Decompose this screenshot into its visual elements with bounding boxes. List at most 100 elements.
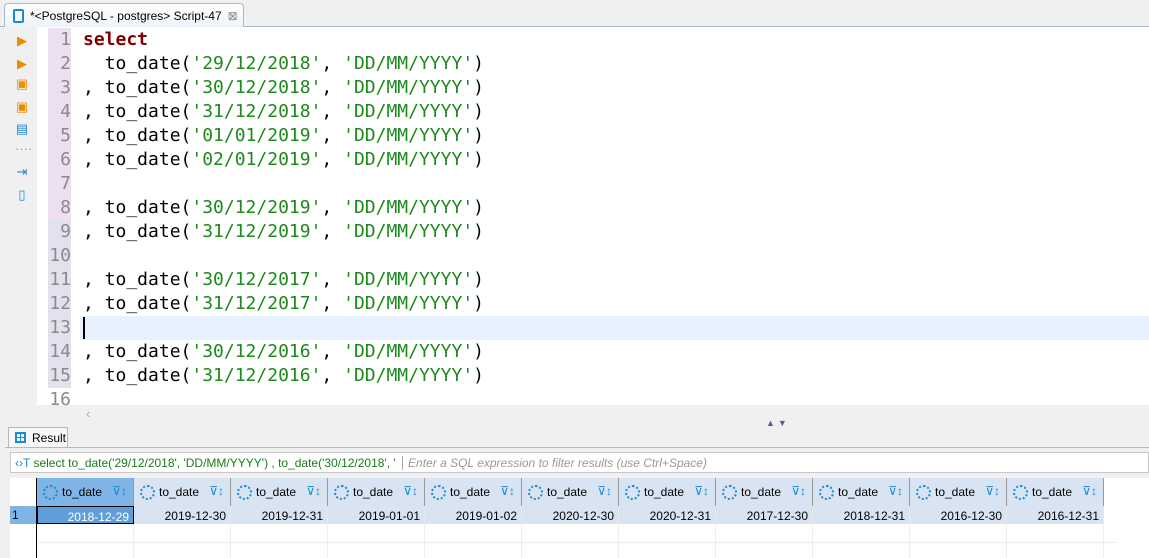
empty-cell: [910, 524, 1007, 558]
code-line[interactable]: , to_date('30/12/2019', 'DD/MM/YYYY'): [83, 196, 484, 220]
code-line[interactable]: , to_date('02/01/2019', 'DD/MM/YYYY'): [83, 148, 484, 172]
table-cell[interactable]: 2017-12-30: [716, 506, 813, 524]
date-type-icon: [1013, 484, 1028, 500]
result-tab[interactable]: Result: [8, 427, 68, 448]
filter-sort-icon[interactable]: ⊽↕: [500, 484, 515, 498]
filter-sort-icon[interactable]: ⊽↕: [403, 484, 418, 498]
column-header[interactable]: to_date ⊽↕: [716, 478, 813, 506]
code-line[interactable]: , to_date('30/12/2018', 'DD/MM/YYYY'): [83, 76, 484, 100]
code-line[interactable]: , to_date('30/12/2017', 'DD/MM/YYYY'): [83, 268, 484, 292]
code-text: ): [473, 341, 484, 362]
export-script-icon[interactable]: ▯: [15, 188, 29, 202]
code-text: ): [473, 293, 484, 314]
filter-sort-icon[interactable]: ⊽↕: [209, 484, 224, 498]
date-type-icon: [916, 484, 931, 500]
filter-sort-icon[interactable]: ⊽↕: [694, 484, 709, 498]
code-line[interactable]: , to_date('30/12/2016', 'DD/MM/YYYY'): [83, 340, 484, 364]
table-cell[interactable]: 2016-12-30: [910, 506, 1007, 524]
code-text: ,: [321, 341, 344, 362]
code-line[interactable]: select: [83, 28, 148, 52]
date-type-icon: [140, 484, 155, 500]
table-cell[interactable]: 2019-01-01: [328, 506, 425, 524]
filter-sort-icon[interactable]: ⊽↕: [112, 484, 127, 498]
code-line[interactable]: , to_date('01/01/2019', 'DD/MM/YYYY'): [83, 124, 484, 148]
filter-sort-icon[interactable]: ⊽↕: [888, 484, 903, 498]
execute-script-new-tab-icon[interactable]: ▣: [15, 100, 29, 114]
code-text: ): [473, 125, 484, 146]
code-line[interactable]: , to_date('31/12/2017', 'DD/MM/YYYY'): [83, 292, 484, 316]
empty-cell: [522, 524, 619, 558]
string-literal: 'DD/MM/YYYY': [343, 77, 474, 98]
filter-sort-icon[interactable]: ⊽↕: [597, 484, 612, 498]
code-line[interactable]: to_date('29/12/2018', 'DD/MM/YYYY'): [83, 52, 484, 76]
column-header[interactable]: to_date ⊽↕: [1007, 478, 1104, 506]
filter-sort-icon[interactable]: ⊽↕: [985, 484, 1000, 498]
table-cell[interactable]: 2020-12-30: [522, 506, 619, 524]
column-name: to_date: [644, 485, 685, 499]
code-text: ,: [321, 221, 344, 242]
column-header[interactable]: to_date ⊽↕: [134, 478, 231, 506]
column-name: to_date: [935, 485, 976, 499]
table-cell[interactable]: 2016-12-31: [1007, 506, 1104, 524]
code-text: , to_date(: [83, 149, 192, 170]
table-cell[interactable]: 2019-12-31: [231, 506, 328, 524]
grid-icon: [15, 432, 26, 443]
string-literal: 'DD/MM/YYYY': [343, 125, 474, 146]
row-number[interactable]: 1: [10, 506, 37, 524]
query-text: select to_date('29/12/2018', 'DD/MM/YYYY…: [33, 456, 396, 470]
table-cell[interactable]: 2018-12-29: [37, 506, 134, 524]
execute-statement-new-tab-icon[interactable]: ▶: [15, 57, 29, 71]
string-literal: 'DD/MM/YYYY': [343, 365, 474, 386]
code-line[interactable]: , to_date('31/12/2019', 'DD/MM/YYYY'): [83, 220, 484, 244]
code-text: , to_date(: [83, 269, 192, 290]
code-text: ,: [321, 269, 344, 290]
code-text: ): [473, 77, 484, 98]
execute-statement-icon[interactable]: ▶: [15, 34, 29, 48]
table-cell[interactable]: 2018-12-31: [813, 506, 910, 524]
column-name: to_date: [741, 485, 782, 499]
code-text: ): [473, 365, 484, 386]
line-number: 8: [60, 197, 71, 218]
panel-resize-arrows-icon[interactable]: ▲▼: [766, 418, 790, 428]
execute-script-icon[interactable]: ▣: [15, 77, 29, 91]
separator: ····: [15, 141, 33, 156]
result-grid[interactable]: 1 to_date ⊽↕ 2018-12-29 to_date ⊽↕ 2019-12-30…: [10, 478, 1149, 558]
table-cell[interactable]: 2020-12-31: [619, 506, 716, 524]
column-header[interactable]: to_date ⊽↕: [425, 478, 522, 506]
date-type-icon: [722, 484, 737, 500]
string-literal: 'DD/MM/YYYY': [343, 197, 474, 218]
result-tab-label: Result: [32, 431, 67, 445]
script-tab[interactable]: *<PostgreSQL - postgres> Script-47 ⊠: [4, 3, 244, 27]
column-header[interactable]: to_date ⊽↕: [813, 478, 910, 506]
date-type-icon: [819, 484, 834, 500]
date-type-icon: [528, 484, 543, 500]
code-line[interactable]: , to_date('31/12/2016', 'DD/MM/YYYY'): [83, 364, 484, 388]
code-text: ,: [321, 101, 344, 122]
close-icon[interactable]: ⊠: [228, 9, 238, 23]
filter-sort-icon[interactable]: ⊽↕: [1082, 484, 1097, 498]
filter-input[interactable]: ‹›T select to_date('29/12/2018', 'DD/MM/…: [10, 452, 1149, 473]
column-name: to_date: [353, 485, 394, 499]
column-header[interactable]: to_date ⊽↕: [619, 478, 716, 506]
date-type-icon: [237, 484, 252, 500]
explain-plan-icon[interactable]: ▤: [15, 122, 29, 136]
column-header[interactable]: to_date ⊽↕: [328, 478, 425, 506]
empty-cell: [813, 524, 910, 558]
column-header[interactable]: to_date ⊽↕: [522, 478, 619, 506]
string-literal: 'DD/MM/YYYY': [343, 293, 474, 314]
table-cell[interactable]: 2019-12-30: [134, 506, 231, 524]
column-header[interactable]: to_date ⊽↕: [37, 478, 134, 506]
code-line[interactable]: , to_date('31/12/2018', 'DD/MM/YYYY'): [83, 100, 484, 124]
load-script-icon[interactable]: ⇥: [15, 165, 29, 179]
text-caret: [83, 317, 85, 339]
code-text: ,: [321, 77, 344, 98]
filter-sort-icon[interactable]: ⊽↕: [306, 484, 321, 498]
filter-sort-icon[interactable]: ⊽↕: [791, 484, 806, 498]
column-header[interactable]: to_date ⊽↕: [910, 478, 1007, 506]
table-cell[interactable]: 2019-01-02: [425, 506, 522, 524]
empty-cell: [425, 524, 522, 558]
code-text: ,: [321, 365, 344, 386]
column-header[interactable]: to_date ⊽↕: [231, 478, 328, 506]
string-literal: 'DD/MM/YYYY': [343, 341, 474, 362]
scroll-left-icon[interactable]: ‹: [86, 406, 90, 421]
